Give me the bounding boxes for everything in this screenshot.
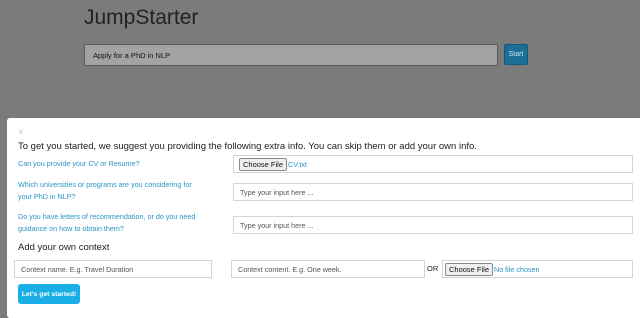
cv-choose-file-button[interactable]: Choose File	[239, 158, 288, 171]
own-context-title: Add your own context	[18, 242, 110, 253]
question-recommendation-label: Do you have letters of recommendation, o…	[18, 212, 196, 233]
page-title: JumpStarter	[84, 6, 199, 29]
context-file-field: Choose File No file chosen	[442, 260, 633, 278]
context-name-input[interactable]	[14, 260, 212, 278]
context-choose-file-button[interactable]: Choose File	[445, 263, 494, 276]
goal-input[interactable]	[84, 44, 498, 66]
recommendation-input[interactable]	[233, 216, 633, 234]
modal-intro: To get you started, we suggest you provi…	[18, 141, 477, 152]
context-file-status: No file chosen	[494, 265, 540, 274]
cv-file-name: CV.txt	[288, 160, 307, 169]
question-universities-label: Which universities or programs are you c…	[18, 180, 192, 201]
or-label: OR	[427, 264, 439, 273]
start-button[interactable]: Start	[504, 44, 528, 65]
context-modal: × To get you started, we suggest you pro…	[7, 118, 640, 318]
close-icon[interactable]: ×	[18, 128, 24, 138]
get-started-button[interactable]: Let's get started!	[18, 284, 80, 304]
cv-file-field: Choose File CV.txt	[233, 155, 633, 173]
context-content-input[interactable]	[231, 260, 425, 278]
universities-input[interactable]	[233, 183, 633, 201]
question-cv-label: Can you provide your CV or Resume?	[18, 159, 140, 168]
